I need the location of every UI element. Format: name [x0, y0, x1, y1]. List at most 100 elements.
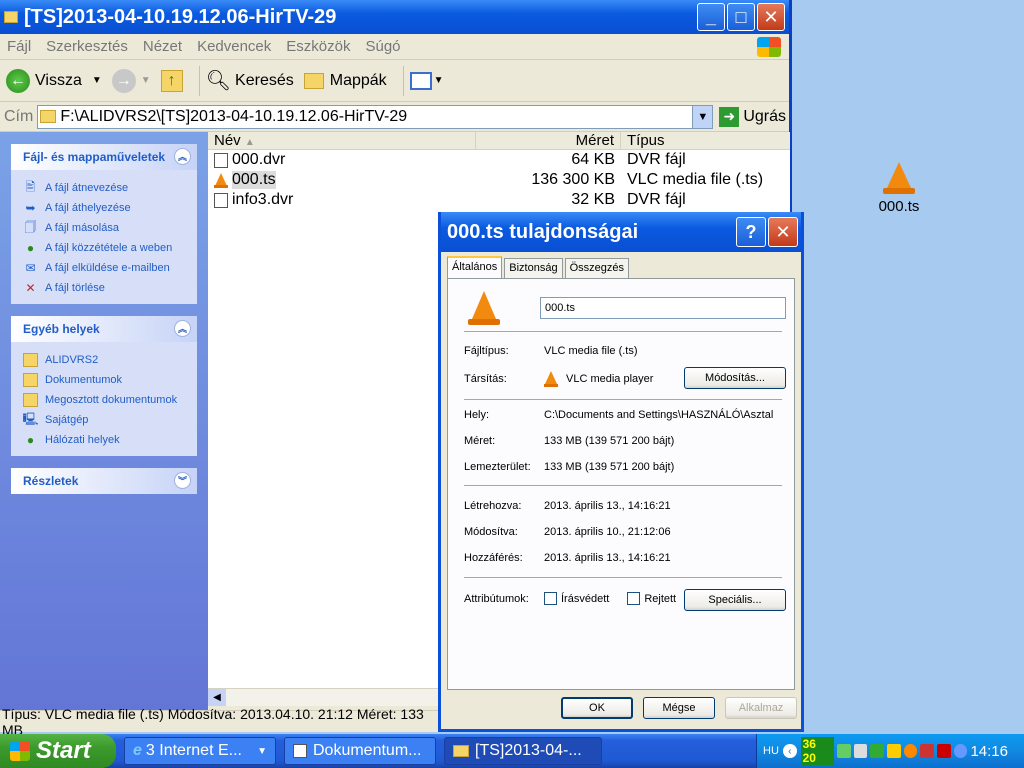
toolbar: ← Vissza ▼ → ▼ ↑ 🔍︎ Keresés Mappák ▼ — [0, 60, 789, 102]
collapse-icon[interactable]: ︽ — [174, 148, 191, 165]
up-folder-button[interactable]: ↑ — [160, 69, 183, 92]
task-rename[interactable]: 🖹 A fájl átnevezése — [23, 178, 187, 198]
menu-file[interactable]: Fájl — [0, 38, 39, 55]
back-button[interactable]: ← Vissza ▼ — [6, 68, 102, 93]
tab-summary[interactable]: Összegzés — [564, 258, 629, 278]
views-button[interactable]: ▼ — [409, 71, 444, 90]
place-shared-documents[interactable]: Megosztott dokumentumok — [23, 390, 187, 410]
tray-app-icon[interactable] — [836, 744, 851, 758]
folder-icon — [40, 110, 57, 123]
change-button[interactable]: Módosítás... — [684, 367, 786, 389]
hidden-label: Rejtett — [644, 592, 677, 605]
column-headers: Név ▲ Méret Típus — [208, 132, 790, 150]
language-indicator[interactable]: HU — [763, 745, 779, 757]
copy-icon: 🗍 — [24, 219, 37, 234]
dialog-titlebar[interactable]: 000.ts tulajdonságai ? ✕ — [441, 212, 801, 252]
divider — [464, 399, 782, 400]
tray-app-icon[interactable] — [953, 744, 968, 758]
other-places-header[interactable]: Egyéb helyek ︽ — [11, 316, 197, 342]
place-my-computer[interactable]: 🖳 Sajátgép — [23, 410, 187, 430]
tab-security[interactable]: Biztonság — [504, 258, 563, 278]
move-icon: ➥ — [25, 201, 36, 215]
vlc-cone-icon — [468, 291, 500, 325]
back-dropdown-icon[interactable]: ▼ — [92, 75, 102, 86]
address-bar: Cím F:\ALIDVRS2\[TS]2013-04-10.19.12.06-… — [0, 102, 789, 132]
cancel-button[interactable]: Mégse — [643, 697, 715, 719]
filename-input[interactable]: 000.ts — [540, 297, 786, 319]
tray-app-icon[interactable] — [903, 744, 918, 758]
antivirus-icon[interactable] — [920, 744, 935, 758]
task-delete[interactable]: ✕ A fájl törlése — [23, 278, 187, 298]
menu-tools[interactable]: Eszközök — [279, 38, 358, 55]
volume-icon[interactable] — [853, 744, 868, 758]
place-alidvrs2[interactable]: ALIDVRS2 — [23, 350, 187, 370]
file-tasks-box: Fájl- és mappaműveletek ︽ 🖹 A fájl átneve… — [11, 144, 197, 304]
expand-icon[interactable]: ︾ — [174, 472, 191, 489]
column-size[interactable]: Méret — [476, 132, 621, 149]
file-row[interactable]: 000.ts 136 300 KB VLC media file (.ts) — [208, 170, 790, 190]
ie-icon: e — [133, 742, 142, 759]
horizontal-scrollbar[interactable]: ◀ — [208, 688, 440, 706]
place-documents[interactable]: Dokumentumok — [23, 370, 187, 390]
task-explorer[interactable]: [TS]2013-04-... — [444, 737, 602, 765]
modified-label: Módosítva: — [464, 526, 518, 538]
tray-expand-icon[interactable]: ‹ — [782, 744, 797, 758]
attributes-label: Attribútumok: — [464, 592, 529, 605]
start-button[interactable]: Start — [0, 734, 116, 768]
forward-button[interactable]: → ▼ — [111, 68, 151, 93]
maximize-button[interactable]: □ — [727, 3, 755, 31]
menu-favorites[interactable]: Kedvencek — [190, 38, 279, 55]
location-label: Hely: — [464, 409, 490, 421]
advanced-button[interactable]: Speciális... — [684, 589, 786, 611]
tab-general[interactable]: Általános — [447, 256, 503, 278]
ati-icon[interactable] — [937, 744, 951, 758]
collapse-icon[interactable]: ︽ — [174, 320, 191, 337]
association-value: VLC media player — [566, 373, 654, 385]
task-publish-web[interactable]: ● A fájl közzététele a weben — [23, 238, 187, 258]
clock[interactable]: 14:16 — [970, 743, 1008, 760]
go-button[interactable]: ➜ Ugrás — [719, 106, 786, 127]
address-input[interactable]: F:\ALIDVRS2\[TS]2013-04-10.19.12.06-HirT… — [37, 104, 714, 129]
task-internet-explorer[interactable]: e 3 Internet E... ▼ — [124, 737, 276, 765]
place-label: Dokumentumok — [45, 374, 123, 386]
column-type[interactable]: Típus — [621, 132, 789, 149]
tray-app-icon[interactable] — [887, 744, 901, 758]
search-button[interactable]: 🔍︎ Keresés — [206, 68, 294, 93]
network-icon: ● — [26, 433, 35, 447]
folders-button[interactable]: Mappák — [303, 72, 387, 90]
task-email[interactable]: ✉ A fájl elküldése e-mailben — [23, 258, 187, 278]
help-button[interactable]: ? — [736, 217, 766, 247]
forward-dropdown-icon: ▼ — [140, 75, 151, 86]
menu-edit[interactable]: Szerkesztés — [39, 38, 136, 55]
folder-icon — [23, 393, 38, 407]
column-name[interactable]: Név ▲ — [208, 132, 476, 149]
folder-icon — [453, 745, 469, 757]
file-size: 32 KB — [571, 191, 615, 208]
task-copy[interactable]: 🗍 A fájl másolása — [23, 218, 187, 238]
address-dropdown-icon[interactable]: ▼ — [692, 105, 713, 128]
file-tasks-header[interactable]: Fájl- és mappaműveletek ︽ — [11, 144, 197, 170]
dialog-close-button[interactable]: ✕ — [768, 217, 798, 247]
desktop-file-icon[interactable]: 000.ts — [864, 162, 934, 215]
hidden-checkbox[interactable] — [627, 592, 641, 605]
network-icon[interactable] — [870, 744, 884, 758]
association-row: Társítás: VLC media player — [464, 371, 653, 387]
close-button[interactable]: ✕ — [757, 3, 785, 31]
place-network[interactable]: ● Hálózati helyek — [23, 430, 187, 450]
file-row[interactable]: 000.dvr 64 KB DVR fájl — [208, 150, 790, 170]
association-label: Társítás: — [464, 373, 507, 385]
explorer-titlebar[interactable]: [TS]2013-04-10.19.12.06-HirTV-29 _ □ ✕ — [0, 0, 789, 34]
properties-dialog: 000.ts tulajdonságai ? ✕ Általános Bizto… — [438, 212, 804, 732]
ok-button[interactable]: OK — [561, 697, 633, 719]
menu-view[interactable]: Nézet — [136, 38, 190, 55]
menu-help[interactable]: Súgó — [358, 38, 408, 55]
minimize-button[interactable]: _ — [697, 3, 725, 31]
details-header[interactable]: Részletek ︾ — [11, 468, 197, 494]
file-row[interactable]: info3.dvr 32 KB DVR fájl — [208, 190, 790, 210]
tray-counter-badge[interactable]: 36 20 — [800, 737, 834, 765]
scroll-left-icon[interactable]: ◀ — [208, 689, 226, 706]
search-label: Keresés — [235, 71, 294, 89]
task-move[interactable]: ➥ A fájl áthelyezése — [23, 198, 187, 218]
task-document[interactable]: Dokumentum... — [284, 737, 436, 765]
readonly-checkbox[interactable] — [544, 592, 557, 605]
